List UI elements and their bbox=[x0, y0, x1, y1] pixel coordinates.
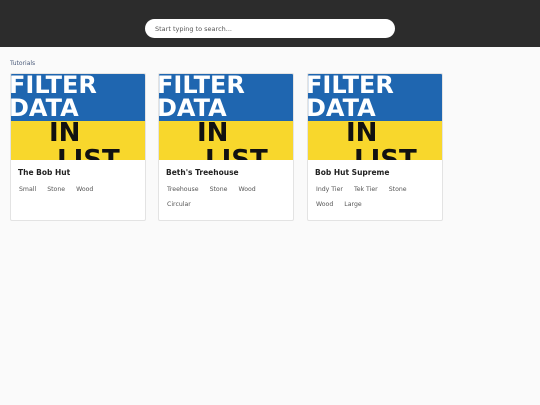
tutorial-card[interactable]: FILTER DATA IN LIST Beth's Treehouse Tre… bbox=[158, 73, 294, 221]
tutorial-card[interactable]: FILTER DATA IN LIST Bob Hut Supreme Indy… bbox=[307, 73, 443, 221]
svg-text:LIST: LIST bbox=[205, 145, 268, 160]
svg-text:IN: IN bbox=[197, 118, 228, 148]
tag[interactable]: Stone bbox=[206, 185, 232, 200]
card-tags: Indy Tier Tek Tier Stone Wood Large bbox=[312, 185, 440, 215]
card-thumbnail: FILTER DATA IN LIST bbox=[11, 74, 145, 160]
svg-text:IN: IN bbox=[49, 118, 80, 148]
card-thumbnail: FILTER DATA IN LIST bbox=[159, 74, 293, 160]
svg-text:IN: IN bbox=[346, 118, 377, 148]
card-thumbnail: FILTER DATA IN LIST bbox=[308, 74, 442, 160]
tutorial-card[interactable]: FILTER DATA IN LIST The Bob Hut Small St… bbox=[10, 73, 146, 221]
svg-text:LIST: LIST bbox=[354, 145, 417, 160]
card-title: Bob Hut Supreme bbox=[315, 168, 390, 177]
breadcrumb-tutorials[interactable]: Tutorials bbox=[10, 60, 35, 67]
card-title: Beth's Treehouse bbox=[166, 168, 239, 177]
svg-text:LIST: LIST bbox=[57, 145, 120, 160]
tag[interactable]: Stone bbox=[385, 185, 411, 200]
tag[interactable]: Circular bbox=[163, 200, 195, 215]
card-title: The Bob Hut bbox=[18, 168, 71, 177]
tag[interactable]: Indy Tier bbox=[312, 185, 347, 200]
tag[interactable]: Large bbox=[340, 200, 365, 215]
tag[interactable]: Small bbox=[15, 185, 40, 200]
tag[interactable]: Wood bbox=[72, 185, 97, 200]
tag[interactable]: Tek Tier bbox=[350, 185, 382, 200]
tag[interactable]: Wood bbox=[234, 185, 259, 200]
card-tags: Small Stone Wood bbox=[15, 185, 143, 200]
card-tags: Treehouse Stone Wood Circular bbox=[163, 185, 291, 215]
tag[interactable]: Treehouse bbox=[163, 185, 203, 200]
tag[interactable]: Stone bbox=[43, 185, 69, 200]
tag[interactable]: Wood bbox=[312, 200, 337, 215]
top-bar bbox=[0, 0, 540, 47]
search-input[interactable] bbox=[145, 19, 395, 38]
